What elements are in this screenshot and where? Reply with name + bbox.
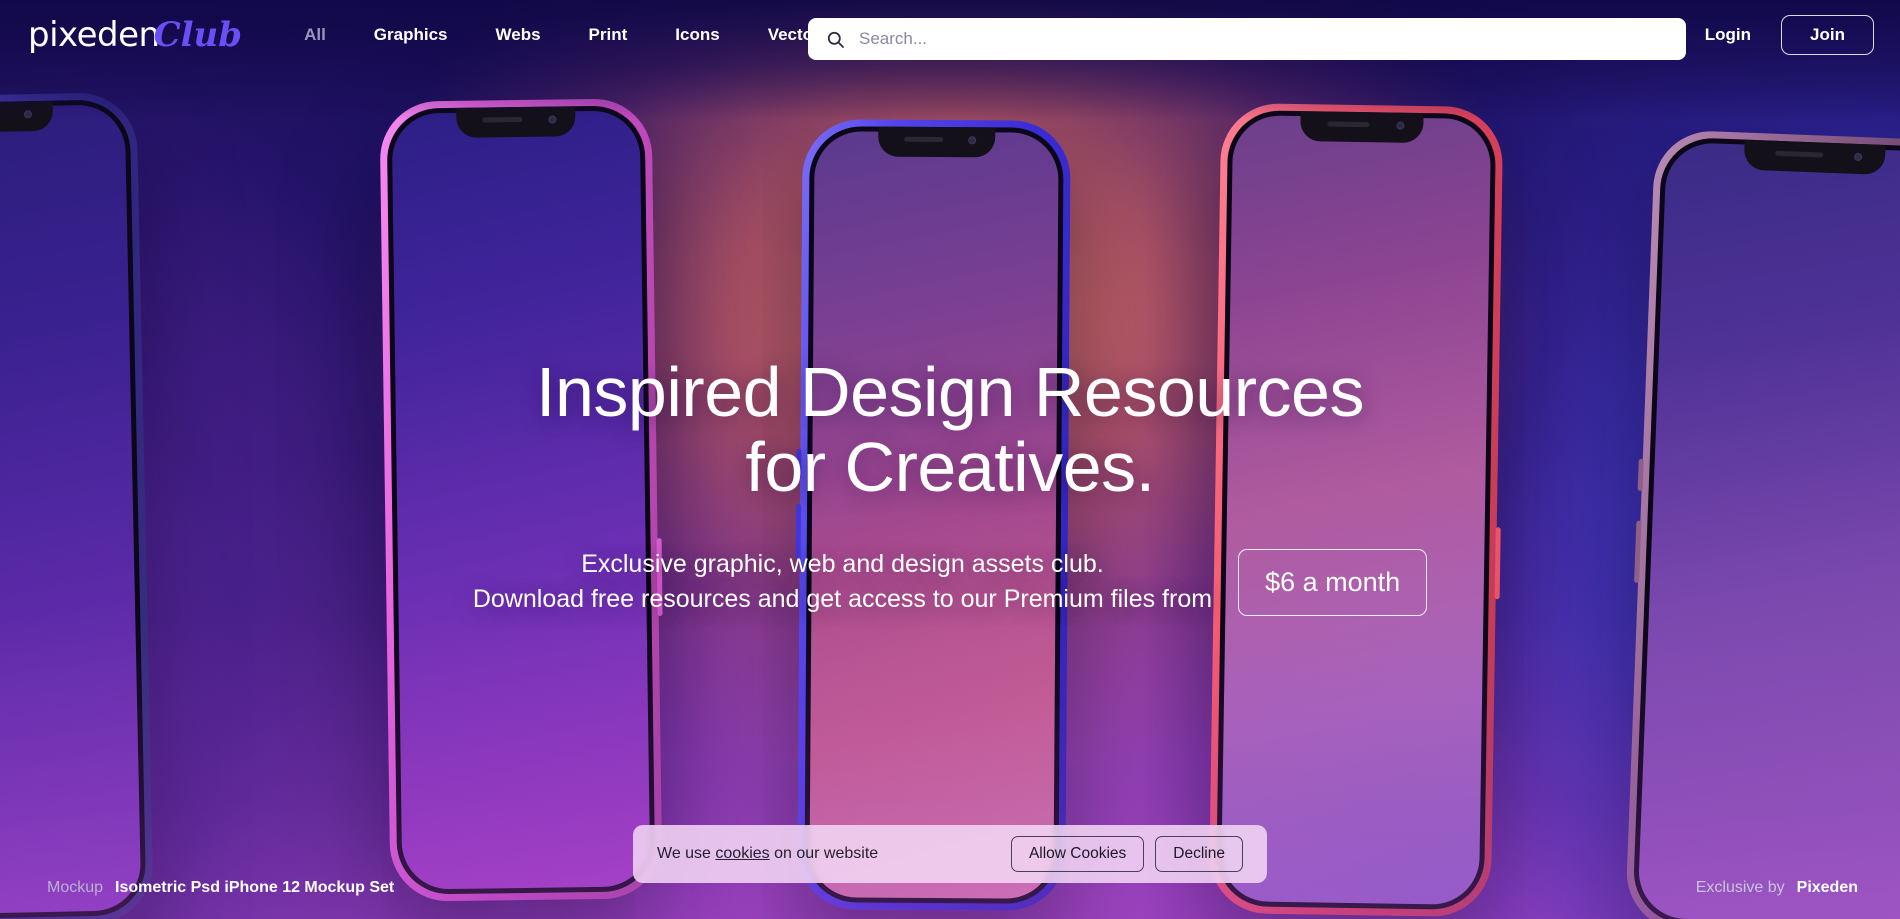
auth-actions: Login Join xyxy=(1681,0,1874,70)
exclusive-by-brand[interactable]: Pixeden xyxy=(1797,879,1858,897)
nav-item-all[interactable]: All xyxy=(280,25,350,45)
price-button[interactable]: $6 a month xyxy=(1238,548,1428,616)
decline-cookies-button[interactable]: Decline xyxy=(1155,836,1243,872)
mockup-caption-label: Mockup xyxy=(47,879,104,896)
hero-title-line-2: for Creatives. xyxy=(745,427,1155,506)
allow-cookies-button[interactable]: Allow Cookies xyxy=(1010,836,1145,872)
logo-primary-text: pixeden xyxy=(28,15,160,55)
site-logo[interactable]: pixeden Club xyxy=(28,18,242,52)
hero-subtitle-row: Exclusive graphic, web and design assets… xyxy=(0,547,1900,618)
phone-notch-icon xyxy=(878,126,996,158)
hero-subtitle: Exclusive graphic, web and design assets… xyxy=(473,547,1212,618)
search-bar[interactable] xyxy=(808,18,1686,60)
phone-notch-icon xyxy=(1743,139,1886,175)
hero-content: Inspired Design Resources for Creatives.… xyxy=(0,355,1900,618)
hero-title-line-1: Inspired Design Resources xyxy=(536,353,1364,431)
exclusive-by-label: Exclusive by xyxy=(1695,879,1785,896)
hero-subtitle-line-1: Exclusive graphic, web and design assets… xyxy=(581,549,1104,578)
nav-item-graphics[interactable]: Graphics xyxy=(350,25,472,45)
search-input[interactable] xyxy=(859,29,1668,49)
cookie-policy-link[interactable]: cookies xyxy=(715,845,769,862)
mockup-caption-right: Exclusive by Pixeden xyxy=(1696,879,1858,897)
cookie-text-before: We use xyxy=(657,845,716,862)
logo-secondary-text: Club xyxy=(153,15,243,55)
cookie-text-after: on our website xyxy=(769,845,879,862)
site-header: pixeden Club All Graphics Webs Print Ico… xyxy=(0,0,1900,70)
hero-title: Inspired Design Resources for Creatives. xyxy=(0,355,1900,505)
nav-item-webs[interactable]: Webs xyxy=(472,25,565,45)
join-button[interactable]: Join xyxy=(1781,15,1874,55)
mockup-caption-title[interactable]: Isometric Psd iPhone 12 Mockup Set xyxy=(115,879,394,897)
mockup-caption-left: Mockup Isometric Psd iPhone 12 Mockup Se… xyxy=(47,879,394,897)
login-link[interactable]: Login xyxy=(1681,25,1775,45)
main-navigation: All Graphics Webs Print Icons Vectors xyxy=(280,25,853,45)
search-icon xyxy=(827,31,844,48)
cookie-banner-text: We use cookies on our website xyxy=(657,845,1000,863)
cookie-consent-banner: We use cookies on our website Allow Cook… xyxy=(633,825,1267,883)
hero-subtitle-line-2: Download free resources and get access t… xyxy=(472,585,1213,614)
nav-item-icons[interactable]: Icons xyxy=(651,25,743,45)
nav-item-print[interactable]: Print xyxy=(565,25,652,45)
